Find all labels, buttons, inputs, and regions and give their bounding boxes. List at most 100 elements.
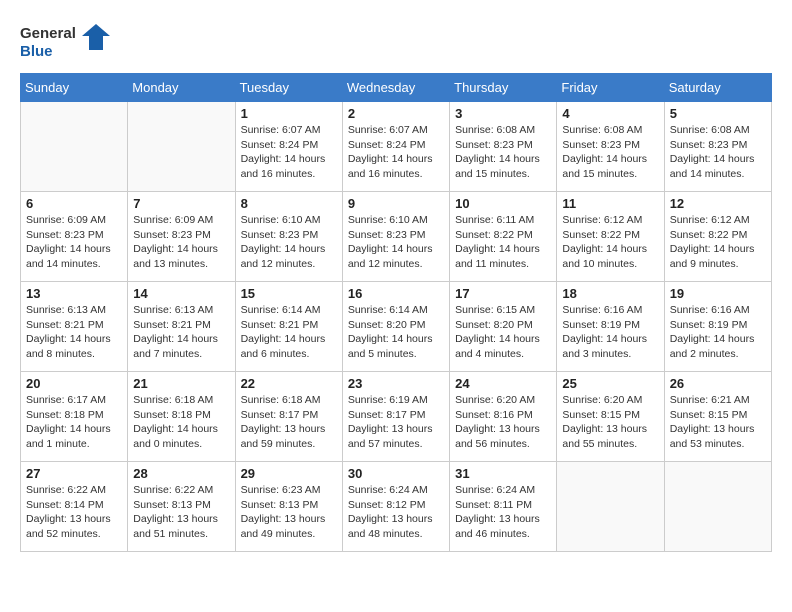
day-number: 30 <box>348 466 444 481</box>
calendar-day-cell: 19 Sunrise: 6:16 AM Sunset: 8:19 PM Dayli… <box>664 282 771 372</box>
day-info: Sunrise: 6:23 AM Sunset: 8:13 PM Dayligh… <box>241 483 337 542</box>
day-number: 16 <box>348 286 444 301</box>
day-number: 6 <box>26 196 122 211</box>
calendar-day-cell: 26Sunrise: 6:21 AM Sunset: 8:15 PM Dayli… <box>664 372 771 462</box>
logo: General Blue <box>20 20 110 65</box>
calendar-day-cell: 31 Sunrise: 6:24 AM Sunset: 8:11 PM Dayli… <box>450 462 557 552</box>
calendar-day-cell: 30 Sunrise: 6:24 AM Sunset: 8:12 PM Dayli… <box>342 462 449 552</box>
day-number: 25 <box>562 376 658 391</box>
day-info: Sunrise: 6:22 AM Sunset: 8:13 PM Dayligh… <box>133 483 229 542</box>
day-info: Sunrise: 6:14 AM Sunset: 8:20 PM Dayligh… <box>348 303 444 362</box>
calendar-day-cell: 14 Sunrise: 6:13 AM Sunset: 8:21 PM Dayli… <box>128 282 235 372</box>
calendar-week-row: 6 Sunrise: 6:09 AM Sunset: 8:23 PM Daylig… <box>21 192 772 282</box>
day-number: 4 <box>562 106 658 121</box>
calendar-week-row: 1 Sunrise: 6:07 AM Sunset: 8:24 PM Daylig… <box>21 102 772 192</box>
day-number: 13 <box>26 286 122 301</box>
day-info: Sunrise: 6:12 AM Sunset: 8:22 PM Dayligh… <box>562 213 658 272</box>
day-of-week-header: Wednesday <box>342 74 449 102</box>
calendar-day-cell: 3Sunrise: 6:08 AM Sunset: 8:23 PM Daylig… <box>450 102 557 192</box>
day-info: Sunrise: 6:24 AM Sunset: 8:12 PM Dayligh… <box>348 483 444 542</box>
calendar-day-cell: 5 Sunrise: 6:08 AM Sunset: 8:23 PM Daylig… <box>664 102 771 192</box>
calendar-day-cell: 1 Sunrise: 6:07 AM Sunset: 8:24 PM Daylig… <box>235 102 342 192</box>
day-info: Sunrise: 6:07 AM Sunset: 8:24 PM Dayligh… <box>348 123 444 182</box>
day-number: 8 <box>241 196 337 211</box>
day-info: Sunrise: 6:17 AM Sunset: 8:18 PM Dayligh… <box>26 393 122 452</box>
day-number: 2 <box>348 106 444 121</box>
calendar-day-cell: 23 Sunrise: 6:19 AM Sunset: 8:17 PM Dayli… <box>342 372 449 462</box>
logo-svg: General Blue <box>20 20 110 65</box>
day-info: Sunrise: 6:18 AM Sunset: 8:18 PM Dayligh… <box>133 393 229 452</box>
day-info: Sunrise: 6:09 AM Sunset: 8:23 PM Dayligh… <box>133 213 229 272</box>
day-number: 28 <box>133 466 229 481</box>
calendar-day-cell: 18 Sunrise: 6:16 AM Sunset: 8:19 PM Dayli… <box>557 282 664 372</box>
calendar-day-cell: 11 Sunrise: 6:12 AM Sunset: 8:22 PM Dayli… <box>557 192 664 282</box>
day-info: Sunrise: 6:22 AM Sunset: 8:14 PM Dayligh… <box>26 483 122 542</box>
day-number: 31 <box>455 466 551 481</box>
calendar-week-row: 13 Sunrise: 6:13 AM Sunset: 8:21 PM Dayli… <box>21 282 772 372</box>
day-of-week-header: Monday <box>128 74 235 102</box>
day-number: 10 <box>455 196 551 211</box>
calendar-day-cell: 20Sunrise: 6:17 AM Sunset: 8:18 PM Dayli… <box>21 372 128 462</box>
day-number: 26 <box>670 376 766 391</box>
day-info: Sunrise: 6:09 AM Sunset: 8:23 PM Dayligh… <box>26 213 122 272</box>
day-info: Sunrise: 6:15 AM Sunset: 8:20 PM Dayligh… <box>455 303 551 362</box>
calendar-day-cell <box>21 102 128 192</box>
calendar-day-cell: 25Sunrise: 6:20 AM Sunset: 8:15 PM Dayli… <box>557 372 664 462</box>
calendar-day-cell: 15 Sunrise: 6:14 AM Sunset: 8:21 PM Dayli… <box>235 282 342 372</box>
svg-text:Blue: Blue <box>20 43 53 60</box>
day-info: Sunrise: 6:18 AM Sunset: 8:17 PM Dayligh… <box>241 393 337 452</box>
calendar-day-cell: 21Sunrise: 6:18 AM Sunset: 8:18 PM Dayli… <box>128 372 235 462</box>
day-number: 24 <box>455 376 551 391</box>
day-info: Sunrise: 6:10 AM Sunset: 8:23 PM Dayligh… <box>348 213 444 272</box>
calendar-day-cell: 16 Sunrise: 6:14 AM Sunset: 8:20 PM Dayli… <box>342 282 449 372</box>
day-of-week-header: Sunday <box>21 74 128 102</box>
day-number: 17 <box>455 286 551 301</box>
calendar-header-row: SundayMondayTuesdayWednesdayThursdayFrid… <box>21 74 772 102</box>
calendar-week-row: 20Sunrise: 6:17 AM Sunset: 8:18 PM Dayli… <box>21 372 772 462</box>
day-number: 22 <box>241 376 337 391</box>
day-info: Sunrise: 6:12 AM Sunset: 8:22 PM Dayligh… <box>670 213 766 272</box>
day-info: Sunrise: 6:13 AM Sunset: 8:21 PM Dayligh… <box>133 303 229 362</box>
day-info: Sunrise: 6:08 AM Sunset: 8:23 PM Dayligh… <box>670 123 766 182</box>
day-info: Sunrise: 6:13 AM Sunset: 8:21 PM Dayligh… <box>26 303 122 362</box>
day-number: 14 <box>133 286 229 301</box>
calendar-table: SundayMondayTuesdayWednesdayThursdayFrid… <box>20 73 772 552</box>
calendar-week-row: 27 Sunrise: 6:22 AM Sunset: 8:14 PM Dayli… <box>21 462 772 552</box>
calendar-day-cell: 22 Sunrise: 6:18 AM Sunset: 8:17 PM Dayli… <box>235 372 342 462</box>
day-number: 15 <box>241 286 337 301</box>
calendar-day-cell <box>664 462 771 552</box>
calendar-day-cell: 10 Sunrise: 6:11 AM Sunset: 8:22 PM Dayli… <box>450 192 557 282</box>
day-info: Sunrise: 6:11 AM Sunset: 8:22 PM Dayligh… <box>455 213 551 272</box>
calendar-day-cell: 12Sunrise: 6:12 AM Sunset: 8:22 PM Dayli… <box>664 192 771 282</box>
calendar-day-cell: 17 Sunrise: 6:15 AM Sunset: 8:20 PM Dayli… <box>450 282 557 372</box>
day-of-week-header: Tuesday <box>235 74 342 102</box>
day-info: Sunrise: 6:24 AM Sunset: 8:11 PM Dayligh… <box>455 483 551 542</box>
day-number: 5 <box>670 106 766 121</box>
calendar-day-cell: 9Sunrise: 6:10 AM Sunset: 8:23 PM Daylig… <box>342 192 449 282</box>
calendar-day-cell: 6 Sunrise: 6:09 AM Sunset: 8:23 PM Daylig… <box>21 192 128 282</box>
day-of-week-header: Saturday <box>664 74 771 102</box>
day-number: 27 <box>26 466 122 481</box>
day-number: 23 <box>348 376 444 391</box>
day-number: 1 <box>241 106 337 121</box>
day-info: Sunrise: 6:16 AM Sunset: 8:19 PM Dayligh… <box>562 303 658 362</box>
day-info: Sunrise: 6:16 AM Sunset: 8:19 PM Dayligh… <box>670 303 766 362</box>
day-info: Sunrise: 6:19 AM Sunset: 8:17 PM Dayligh… <box>348 393 444 452</box>
calendar-day-cell: 8Sunrise: 6:10 AM Sunset: 8:23 PM Daylig… <box>235 192 342 282</box>
calendar-day-cell: 4 Sunrise: 6:08 AM Sunset: 8:23 PM Daylig… <box>557 102 664 192</box>
day-number: 18 <box>562 286 658 301</box>
day-info: Sunrise: 6:07 AM Sunset: 8:24 PM Dayligh… <box>241 123 337 182</box>
day-number: 19 <box>670 286 766 301</box>
day-info: Sunrise: 6:14 AM Sunset: 8:21 PM Dayligh… <box>241 303 337 362</box>
day-number: 3 <box>455 106 551 121</box>
page-header: General Blue <box>20 20 772 65</box>
svg-text:General: General <box>20 25 76 42</box>
day-number: 11 <box>562 196 658 211</box>
day-number: 29 <box>241 466 337 481</box>
day-info: Sunrise: 6:20 AM Sunset: 8:16 PM Dayligh… <box>455 393 551 452</box>
calendar-day-cell <box>557 462 664 552</box>
day-info: Sunrise: 6:08 AM Sunset: 8:23 PM Dayligh… <box>562 123 658 182</box>
day-of-week-header: Friday <box>557 74 664 102</box>
calendar-day-cell: 7Sunrise: 6:09 AM Sunset: 8:23 PM Daylig… <box>128 192 235 282</box>
day-of-week-header: Thursday <box>450 74 557 102</box>
